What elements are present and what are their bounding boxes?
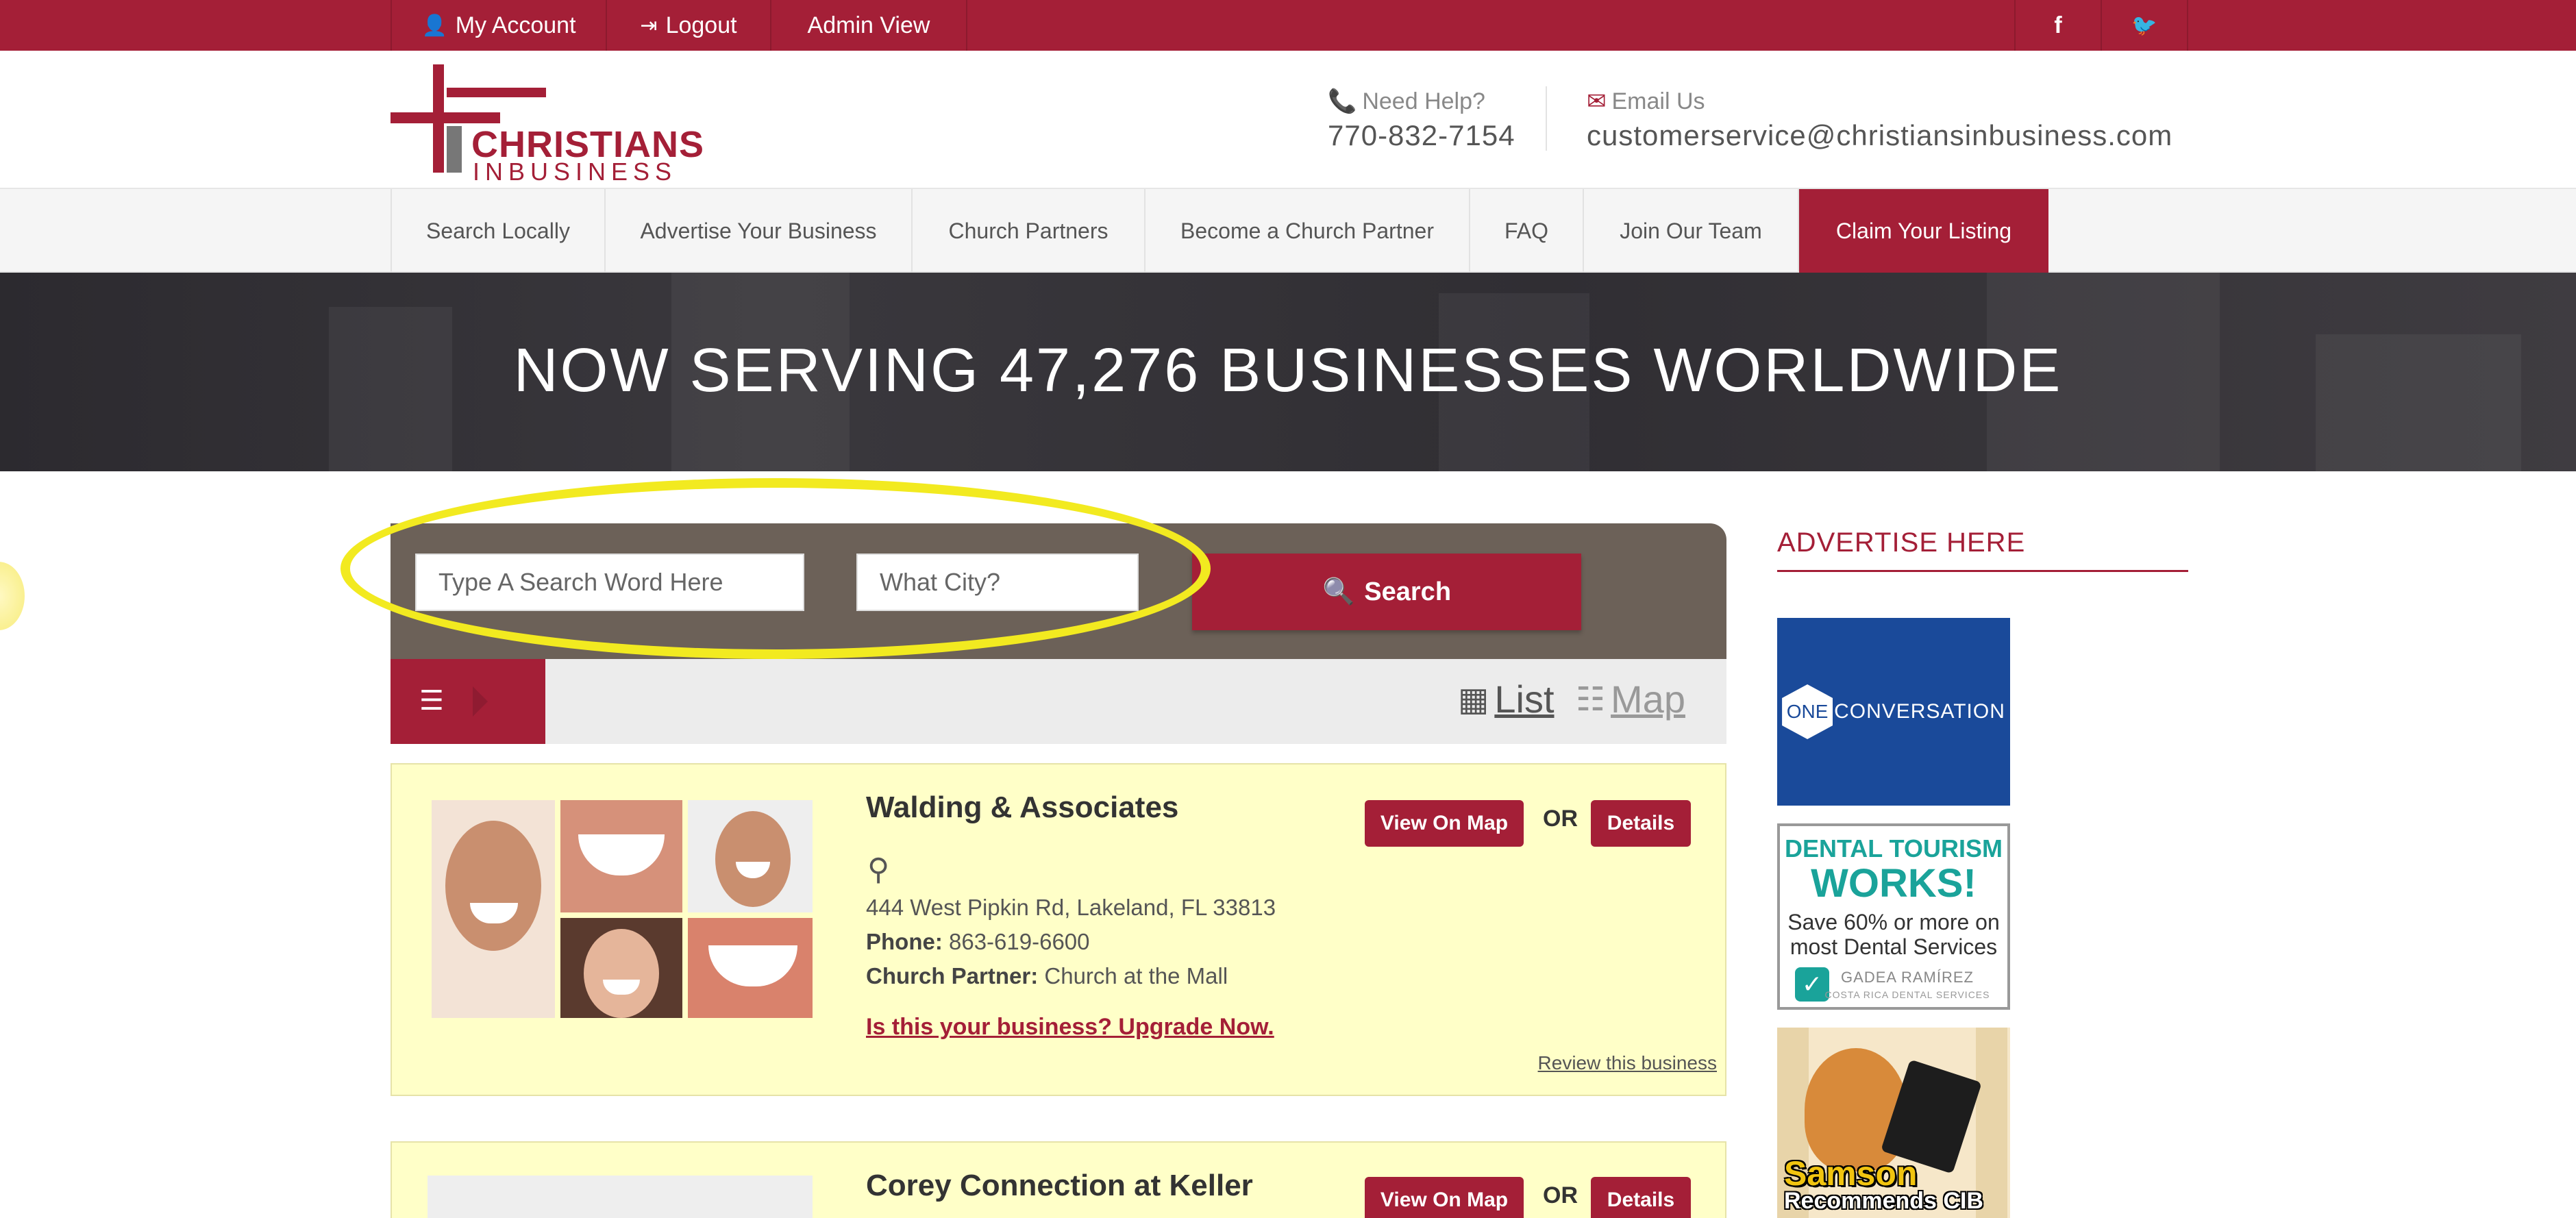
listing-card: Corey Connection at Keller View On Map O… bbox=[391, 1141, 1726, 1218]
listing-name[interactable]: Corey Connection at Keller bbox=[866, 1169, 1253, 1203]
map-list-icon: ☷ bbox=[1576, 681, 1606, 718]
main-nav: Search Locally Advertise Your Business C… bbox=[0, 188, 2576, 273]
logout-link[interactable]: ⇥ Logout bbox=[606, 0, 770, 51]
list-icon: ☰ bbox=[419, 686, 444, 716]
listing-card: Walding & Associates ⚲ 444 West Pipkin R… bbox=[391, 763, 1726, 1096]
facebook-link[interactable]: f bbox=[2014, 0, 2101, 51]
my-account-link[interactable]: 👤 My Account bbox=[391, 0, 606, 51]
or-label: OR bbox=[1543, 806, 1578, 832]
side-glow bbox=[0, 562, 25, 630]
review-link[interactable]: Review this business bbox=[1538, 1052, 1717, 1074]
details-button[interactable]: Details bbox=[1591, 800, 1691, 847]
nav-become-church-partner[interactable]: Become a Church Partner bbox=[1144, 189, 1469, 273]
hero-title: NOW SERVING 47,276 BUSINESSES WORLDWIDE bbox=[513, 336, 2063, 405]
logout-label: Logout bbox=[665, 12, 737, 38]
list-view-tab[interactable]: ☰ bbox=[391, 659, 545, 744]
twitter-link[interactable]: 🐦 bbox=[2101, 0, 2188, 51]
email-contact: ✉ Email Us customerservice@christiansinbu… bbox=[1587, 88, 2172, 152]
details-button[interactable]: Details bbox=[1591, 1177, 1691, 1218]
ad2-line3: Save 60% or more on bbox=[1787, 910, 2000, 934]
top-bar: 👤 My Account ⇥ Logout Admin View f 🐦 bbox=[0, 0, 2576, 51]
logo-cross-bar bbox=[447, 88, 546, 97]
admin-view-link[interactable]: Admin View bbox=[770, 0, 967, 51]
ad2-line4: most Dental Services bbox=[1789, 934, 1998, 959]
ad1-hex: ONE bbox=[1782, 684, 1833, 739]
church-partner-label: Church Partner: bbox=[866, 963, 1039, 989]
listing-name[interactable]: Walding & Associates bbox=[866, 791, 1178, 825]
help-phone[interactable]: 770-832-7154 bbox=[1328, 119, 1515, 152]
ad-samson[interactable]: Samson Recommends CIB bbox=[1777, 1028, 2010, 1218]
church-partner-value: Church at the Mall bbox=[1044, 963, 1228, 989]
admin-view-label: Admin View bbox=[807, 12, 930, 38]
hero-banner: NOW SERVING 47,276 BUSINESSES WORLDWIDE bbox=[0, 273, 2576, 471]
nav-faq[interactable]: FAQ bbox=[1469, 189, 1583, 273]
map-view-label: Map bbox=[1611, 678, 1685, 721]
grid-icon: ▦ bbox=[1458, 681, 1489, 718]
list-view-link[interactable]: ▦ List bbox=[1458, 677, 1555, 721]
listing-photo[interactable] bbox=[432, 800, 813, 1018]
advertise-divider bbox=[1777, 570, 2188, 572]
my-account-label: My Account bbox=[455, 12, 576, 38]
ad2-line5: GADEA RAMÍREZ bbox=[1841, 969, 1974, 986]
advertise-here-title: ADVERTISE HERE bbox=[1777, 527, 2026, 558]
sign-out-icon: ⇥ bbox=[640, 14, 658, 37]
ad3-line2: Recommends CIB bbox=[1784, 1188, 1983, 1214]
tab-arrow bbox=[473, 686, 488, 717]
ad1-word: CONVERSATION bbox=[1834, 700, 2005, 723]
site-logo[interactable]: CHRISTIANS INBUSINESS bbox=[391, 64, 719, 186]
nav-search-locally[interactable]: Search Locally bbox=[391, 189, 604, 273]
logo-text-inbusiness: INBUSINESS bbox=[473, 158, 678, 186]
logo-cross-gray bbox=[447, 126, 462, 173]
help-contact: 📞 Need Help? 770-832-7154 bbox=[1328, 88, 1515, 152]
map-pin-icon: ⚲ bbox=[867, 853, 890, 886]
phone-icon: 📞 bbox=[1328, 88, 1357, 114]
logo-cross-horizontal bbox=[391, 112, 500, 123]
envelope-icon: ✉ bbox=[1587, 88, 1607, 114]
listing-photo[interactable] bbox=[428, 1176, 813, 1218]
view-on-map-button[interactable]: View On Map bbox=[1365, 800, 1524, 847]
listing-church-partner: Church Partner: Church at the Mall bbox=[866, 963, 1228, 989]
upgrade-link[interactable]: Is this your business? Upgrade Now. bbox=[866, 1014, 1274, 1041]
twitter-icon: 🐦 bbox=[2131, 14, 2157, 37]
search-button[interactable]: 🔍 Search bbox=[1192, 554, 1581, 630]
nav-join-our-team[interactable]: Join Our Team bbox=[1583, 189, 1799, 273]
user-icon: 👤 bbox=[421, 14, 447, 37]
email-label: Email Us bbox=[1611, 88, 1705, 114]
map-view-link[interactable]: ☷ Map bbox=[1576, 677, 1685, 721]
email-address[interactable]: customerservice@christiansinbusiness.com bbox=[1587, 119, 2172, 152]
ad-one-conversation[interactable]: ONE CONVERSATION bbox=[1777, 618, 2010, 806]
ad-dental-tourism[interactable]: DENTAL TOURISM WORKS! Save 60% or more o… bbox=[1777, 823, 2010, 1010]
annotation-highlight-ellipse bbox=[340, 478, 1211, 659]
search-button-label: Search bbox=[1364, 577, 1452, 606]
phone-value: 863-619-6600 bbox=[949, 929, 1090, 954]
nav-claim-your-listing[interactable]: Claim Your Listing bbox=[1799, 189, 2048, 273]
nav-advertise-your-business[interactable]: Advertise Your Business bbox=[604, 189, 911, 273]
view-on-map-button[interactable]: View On Map bbox=[1365, 1177, 1524, 1218]
or-label: OR bbox=[1543, 1182, 1578, 1208]
search-icon: 🔍 bbox=[1322, 577, 1355, 606]
facebook-icon: f bbox=[2054, 12, 2062, 38]
listing-address: 444 West Pipkin Rd, Lakeland, FL 33813 bbox=[866, 895, 1276, 920]
help-label: Need Help? bbox=[1362, 88, 1485, 114]
ad2-line1: DENTAL TOURISM bbox=[1784, 834, 2003, 862]
site-header: CHRISTIANS INBUSINESS 📞 Need Help? 770-83… bbox=[0, 51, 2576, 188]
list-view-label: List bbox=[1494, 678, 1555, 721]
nav-church-partners[interactable]: Church Partners bbox=[911, 189, 1144, 273]
ad2-line2: WORKS! bbox=[1811, 861, 1977, 906]
listing-phone: Phone: 863-619-6600 bbox=[866, 929, 1090, 955]
header-divider bbox=[1546, 86, 1547, 151]
phone-label: Phone: bbox=[866, 929, 943, 954]
ad2-line6: COSTA RICA DENTAL SERVICES bbox=[1824, 989, 1990, 1000]
